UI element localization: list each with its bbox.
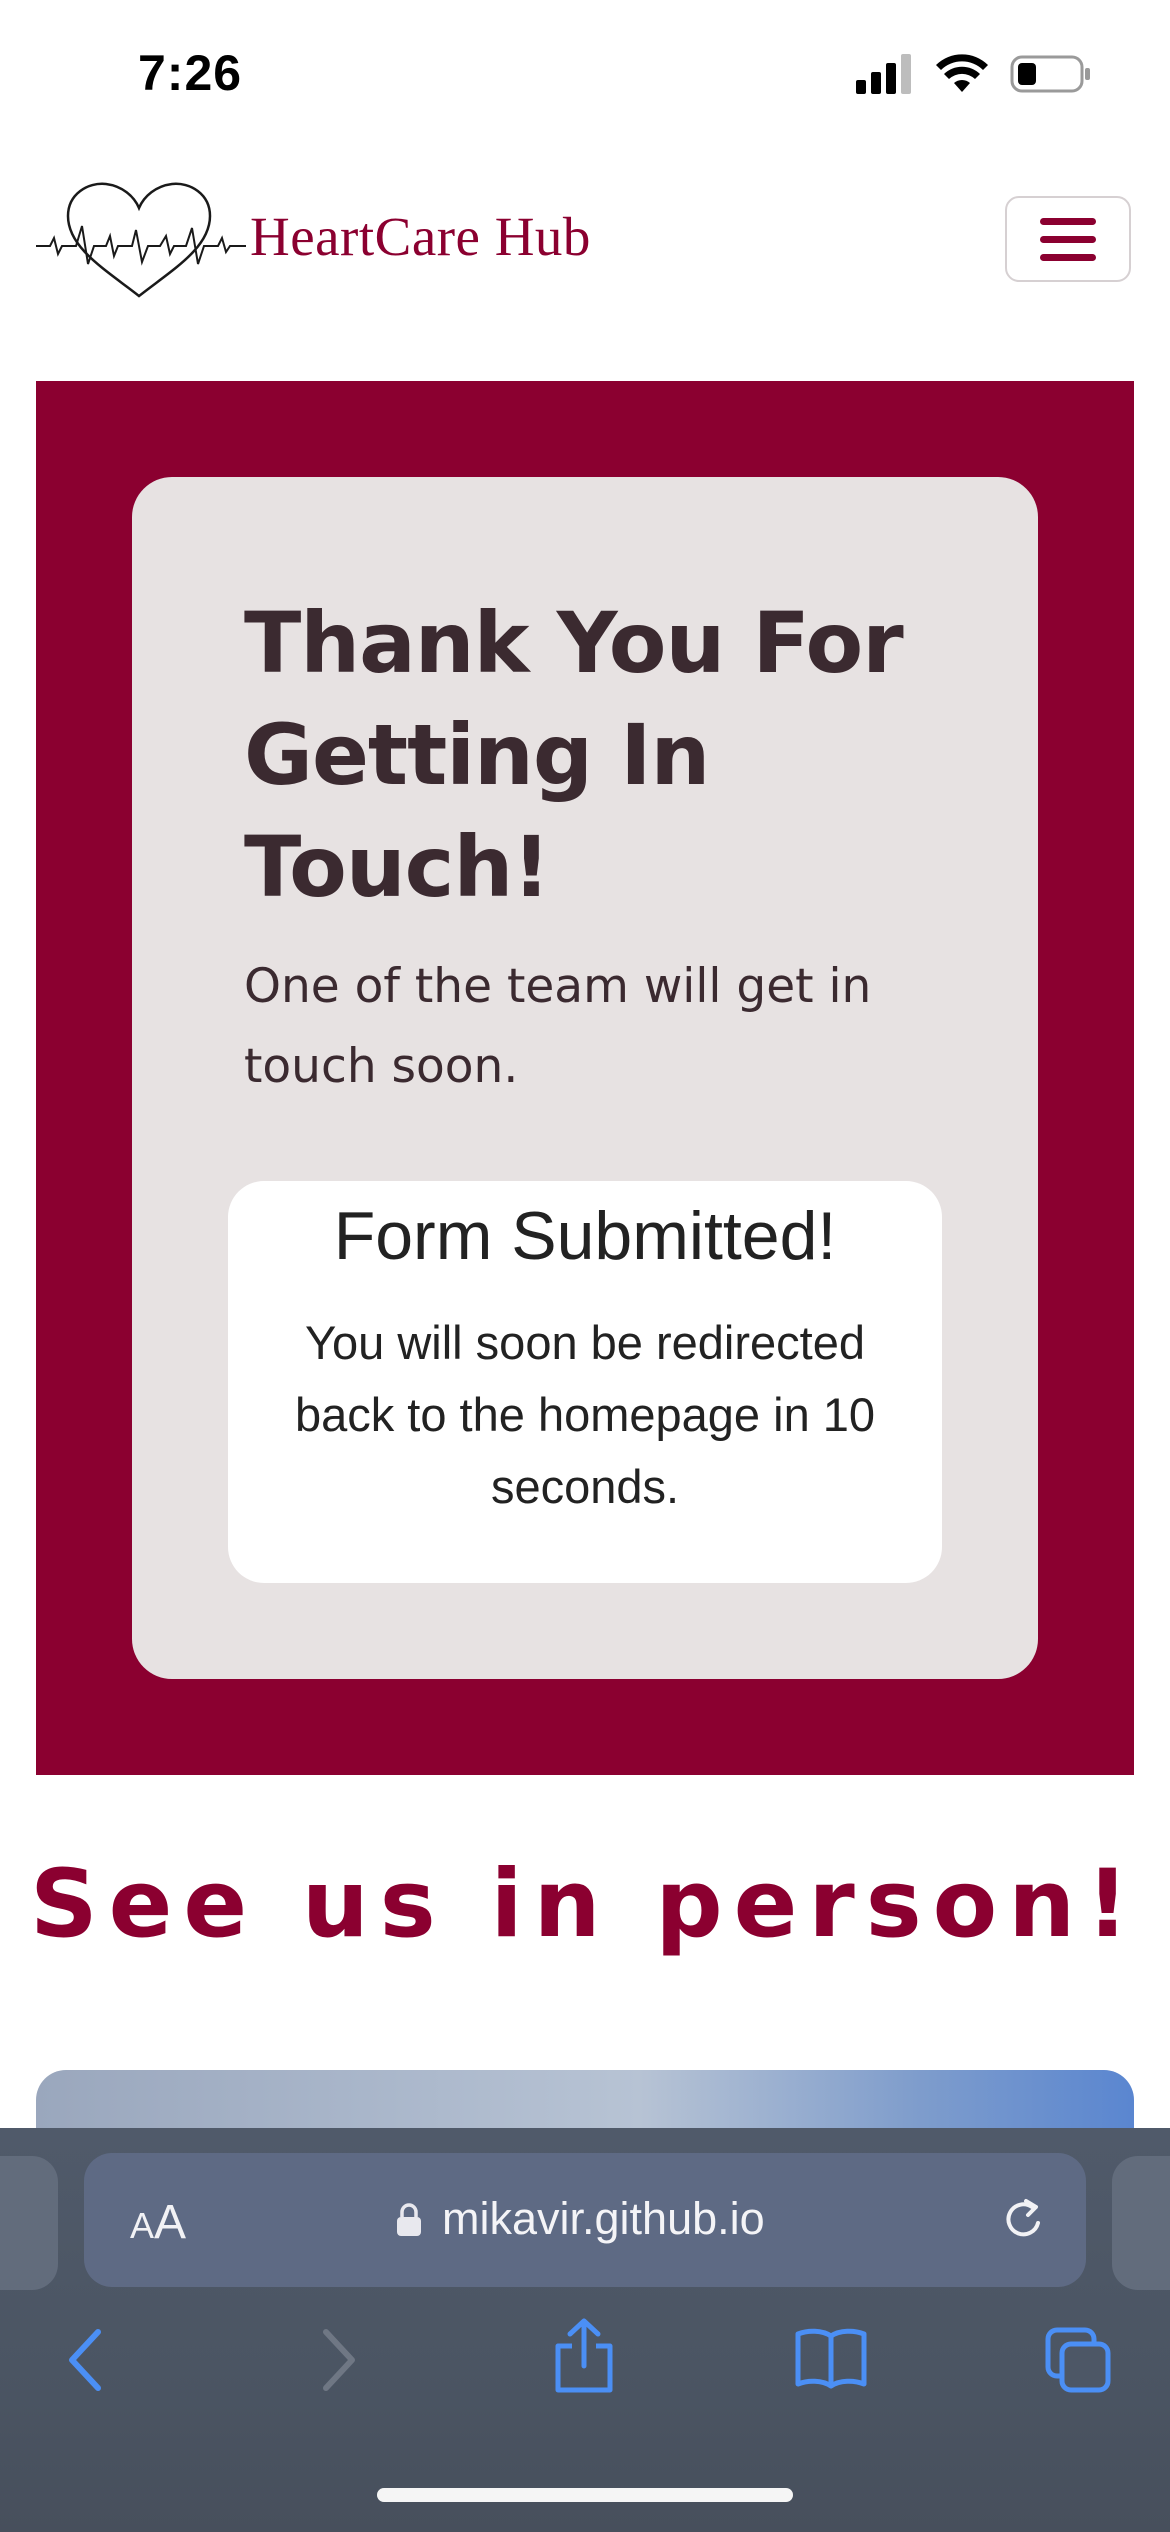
hamburger-icon-bar bbox=[1040, 253, 1096, 261]
wifi-icon bbox=[936, 54, 988, 92]
url-text[interactable]: mikavir.github.io bbox=[442, 2193, 765, 2245]
status-bar: 7:26 bbox=[0, 0, 1170, 150]
status-icons bbox=[856, 54, 1092, 94]
bookmarks-icon[interactable] bbox=[794, 2326, 868, 2390]
hero-section: Thank You For Getting In Touch! One of t… bbox=[36, 381, 1134, 1775]
tabs-icon[interactable] bbox=[1044, 2326, 1114, 2396]
share-icon[interactable] bbox=[552, 2318, 616, 2394]
hamburger-icon-bar bbox=[1040, 235, 1096, 243]
text-size-button[interactable]: AA bbox=[130, 2195, 186, 2250]
previous-tab-peek[interactable] bbox=[0, 2156, 58, 2290]
battery-icon bbox=[1010, 55, 1090, 93]
form-submitted-notice: Form Submitted! You will soon be redirec… bbox=[228, 1181, 942, 1583]
confirmation-text: One of the team will get in touch soon. bbox=[244, 959, 872, 1094]
thank-you-card: Thank You For Getting In Touch! One of t… bbox=[132, 477, 1038, 1679]
heart-pulse-logo-icon[interactable] bbox=[36, 180, 246, 300]
text-size-large: A bbox=[154, 2196, 187, 2249]
page-title: Thank You For Getting In Touch! bbox=[244, 594, 904, 916]
menu-button[interactable] bbox=[1005, 196, 1131, 282]
signal-icon bbox=[856, 54, 911, 94]
status-time: 7:26 bbox=[138, 45, 243, 101]
home-indicator bbox=[377, 2488, 793, 2502]
redirect-message: You will soon be redirected back to the … bbox=[294, 1316, 876, 1513]
next-tab-peek[interactable] bbox=[1112, 2156, 1170, 2290]
hamburger-icon bbox=[1040, 217, 1096, 225]
address-bar[interactable]: AA mikavir.github.io bbox=[84, 2153, 1086, 2287]
text-size-small: A bbox=[130, 2205, 155, 2246]
lock-icon bbox=[397, 2203, 421, 2236]
browser-toolbar: AA mikavir.github.io bbox=[0, 2128, 1170, 2532]
browser-nav-toolbar bbox=[0, 2318, 1170, 2428]
reload-icon[interactable] bbox=[998, 2193, 1050, 2245]
notice-title: Form Submitted! bbox=[333, 1198, 837, 1274]
brand-name[interactable]: HeartCare Hub bbox=[250, 205, 591, 268]
see-us-heading: See us in person! bbox=[29, 1850, 1141, 1959]
back-icon[interactable] bbox=[66, 2328, 106, 2392]
forward-icon[interactable] bbox=[318, 2328, 358, 2392]
